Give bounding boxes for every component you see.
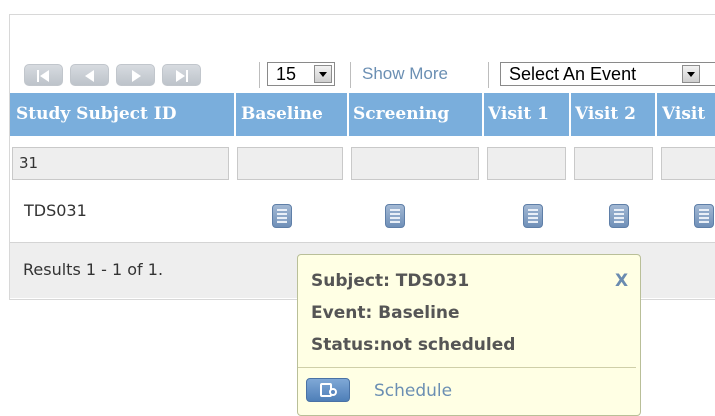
page-size-select[interactable]: 15 <box>267 62 335 86</box>
filter-subject-id-value: 31 <box>19 154 39 172</box>
last-page-icon <box>176 70 188 82</box>
event-status-icon[interactable] <box>609 204 629 228</box>
column-header-visit-2[interactable]: Visit 2 <box>575 93 655 136</box>
popup-event: Event: Baseline <box>311 303 460 323</box>
filter-baseline[interactable] <box>237 147 343 180</box>
prev-page-button[interactable] <box>70 64 109 86</box>
column-header-screening[interactable]: Screening <box>353 93 481 136</box>
results-count: Results 1 - 1 of 1. <box>23 260 164 279</box>
column-header-subject-id[interactable]: Study Subject ID <box>16 93 234 136</box>
column-header-visit-3[interactable]: Visit <box>662 93 715 136</box>
schedule-icon[interactable] <box>306 378 350 402</box>
event-select-value: Select An Event <box>509 64 637 84</box>
column-divider <box>569 93 571 136</box>
toolbar-divider <box>350 62 351 88</box>
first-page-button[interactable] <box>24 64 63 86</box>
next-page-icon <box>132 70 141 82</box>
table-header: Study Subject ID Baseline Screening Visi… <box>10 93 715 136</box>
last-page-button[interactable] <box>162 64 201 86</box>
filter-visit-1[interactable] <box>487 147 566 180</box>
close-button[interactable]: X <box>615 271 628 291</box>
column-divider <box>655 93 657 136</box>
event-popup: Subject: TDS031 X Event: Baseline Status… <box>297 254 641 416</box>
next-page-button[interactable] <box>116 64 155 86</box>
filter-screening[interactable] <box>351 147 479 180</box>
subject-id-cell[interactable]: TDS031 <box>24 201 87 220</box>
first-page-icon <box>37 70 49 82</box>
column-divider <box>347 93 349 136</box>
pagination-toolbar: 15 Show More Select An Event <box>24 62 715 88</box>
toolbar-divider <box>259 62 260 88</box>
column-divider <box>234 93 236 136</box>
chevron-down-icon[interactable] <box>314 65 332 83</box>
show-more-link[interactable]: Show More <box>362 64 448 84</box>
toolbar-divider <box>488 62 489 88</box>
chevron-down-icon[interactable] <box>682 65 700 83</box>
column-divider <box>482 93 484 136</box>
filter-visit-2[interactable] <box>574 147 653 180</box>
filter-visit-3[interactable] <box>661 147 715 180</box>
popup-status: Status:not scheduled <box>311 335 516 355</box>
column-header-baseline[interactable]: Baseline <box>241 93 347 136</box>
column-header-visit-1[interactable]: Visit 1 <box>488 93 568 136</box>
event-status-icon[interactable] <box>523 204 543 228</box>
event-status-icon[interactable] <box>694 204 714 228</box>
event-status-icon[interactable] <box>272 204 292 228</box>
event-select[interactable]: Select An Event <box>500 62 715 86</box>
event-status-icon[interactable] <box>385 204 405 228</box>
popup-subject: Subject: TDS031 <box>311 271 470 291</box>
prev-page-icon <box>85 70 94 82</box>
popup-divider <box>298 367 636 368</box>
schedule-link[interactable]: Schedule <box>374 381 452 401</box>
page-size-value: 15 <box>276 64 297 84</box>
filter-subject-id[interactable]: 31 <box>12 147 229 180</box>
